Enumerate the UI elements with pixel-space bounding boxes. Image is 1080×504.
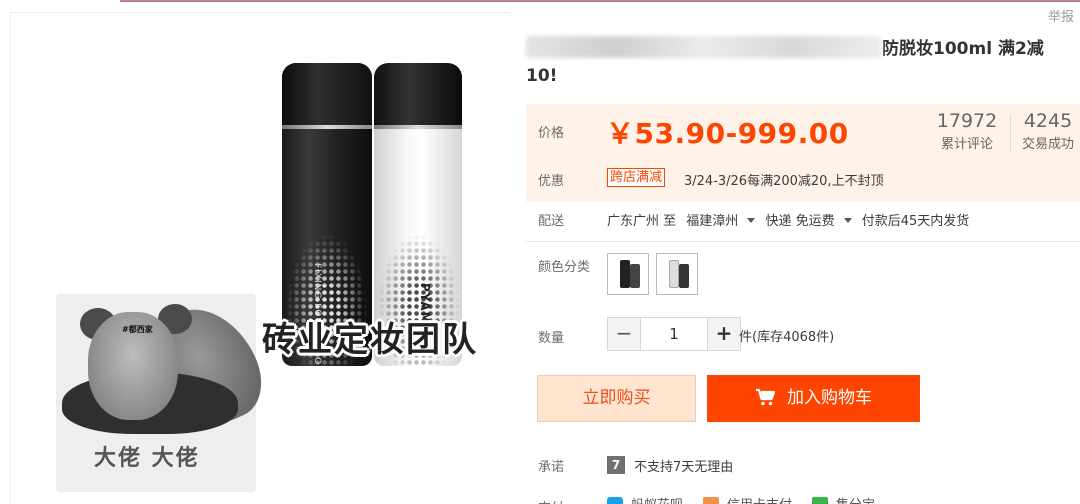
cart-icon: [756, 388, 776, 406]
deals-stat: 4245 交易成功: [1021, 110, 1074, 152]
promise-label: 承诺: [538, 460, 565, 475]
overlay-caption: 砖业定妆团队: [262, 320, 478, 360]
meme-sticker: #都西家 大佬 大佬: [56, 291, 276, 492]
payment-row: 支付: [538, 497, 564, 504]
price-label: 价格: [538, 126, 565, 141]
product-gallery: FIXING FOUNDATION SPRAY PYAMY #都西家 大佬 大佬…: [0, 0, 510, 504]
payment-methods: 蚂蚁花呗 信用卡支付 集分宝: [607, 494, 875, 504]
color-option-white[interactable]: [656, 253, 698, 295]
ship-to-select[interactable]: 福建漳州: [686, 214, 756, 229]
promo-label: 优惠: [538, 174, 565, 189]
decrease-button[interactable]: −: [607, 317, 641, 351]
meme-text: 大佬 大佬: [94, 446, 200, 471]
shipping-label: 配送: [538, 214, 565, 229]
buy-now-button[interactable]: 立即购买: [537, 375, 696, 422]
delivery-time: 付款后45天内发货: [861, 214, 970, 229]
color-label: 颜色分类: [538, 260, 591, 275]
credit-card-icon: [703, 496, 720, 504]
price-panel: 价格 ￥53.90-999.00 17972 累计评论 4245 交易成功 优惠…: [526, 104, 1080, 202]
increase-button[interactable]: +: [707, 317, 741, 351]
quantity-label: 数量: [538, 331, 565, 346]
chevron-down-icon: [843, 218, 852, 223]
promo-tag[interactable]: 跨店满减: [607, 168, 666, 187]
product-title: 防脱妆100ml 满2减10!: [526, 36, 1066, 90]
quantity-row: 数量: [538, 327, 564, 346]
quantity-stepper: − +: [607, 317, 741, 351]
shipping-row: 配送 广东广州 至 福建漳州 快递 免运费 付款后45天内发货: [538, 210, 969, 229]
color-row: 颜色分类: [538, 256, 590, 275]
promo-text: 3/24-3/26每满200减20,上不封顶: [684, 174, 884, 189]
meme-tag: #都西家: [122, 325, 153, 334]
stock-text: 件(库存4068件): [739, 330, 835, 345]
payment-huabei: 蚂蚁花呗: [607, 494, 683, 504]
reviews-stat[interactable]: 17972 累计评论: [932, 110, 1002, 152]
ship-method-select[interactable]: 快递 免运费: [765, 214, 852, 229]
huabei-icon: [607, 496, 623, 504]
add-to-cart-button[interactable]: 加入购物车: [707, 375, 920, 422]
stat-divider: [1010, 114, 1011, 152]
chevron-down-icon: [747, 218, 756, 223]
payment-credit-card: 信用卡支付: [703, 494, 792, 504]
blurred-title-part: [526, 36, 882, 58]
ship-from: 广东广州 至: [607, 214, 677, 229]
product-detail: 防脱妆100ml 满2减10! 价格 ￥53.90-999.00 17972 累…: [526, 0, 1080, 504]
payment-jifenbao: 集分宝: [812, 494, 875, 504]
divider: [526, 241, 1080, 242]
jifenbao-icon: [812, 496, 829, 504]
price-value: ￥53.90-999.00: [606, 117, 849, 150]
promise-row: 承诺: [538, 456, 564, 475]
seven-day-icon: 7: [607, 456, 625, 474]
quantity-input[interactable]: [641, 317, 707, 351]
promise-text: 不支持7天无理由: [634, 460, 734, 475]
color-option-black[interactable]: [607, 253, 649, 295]
